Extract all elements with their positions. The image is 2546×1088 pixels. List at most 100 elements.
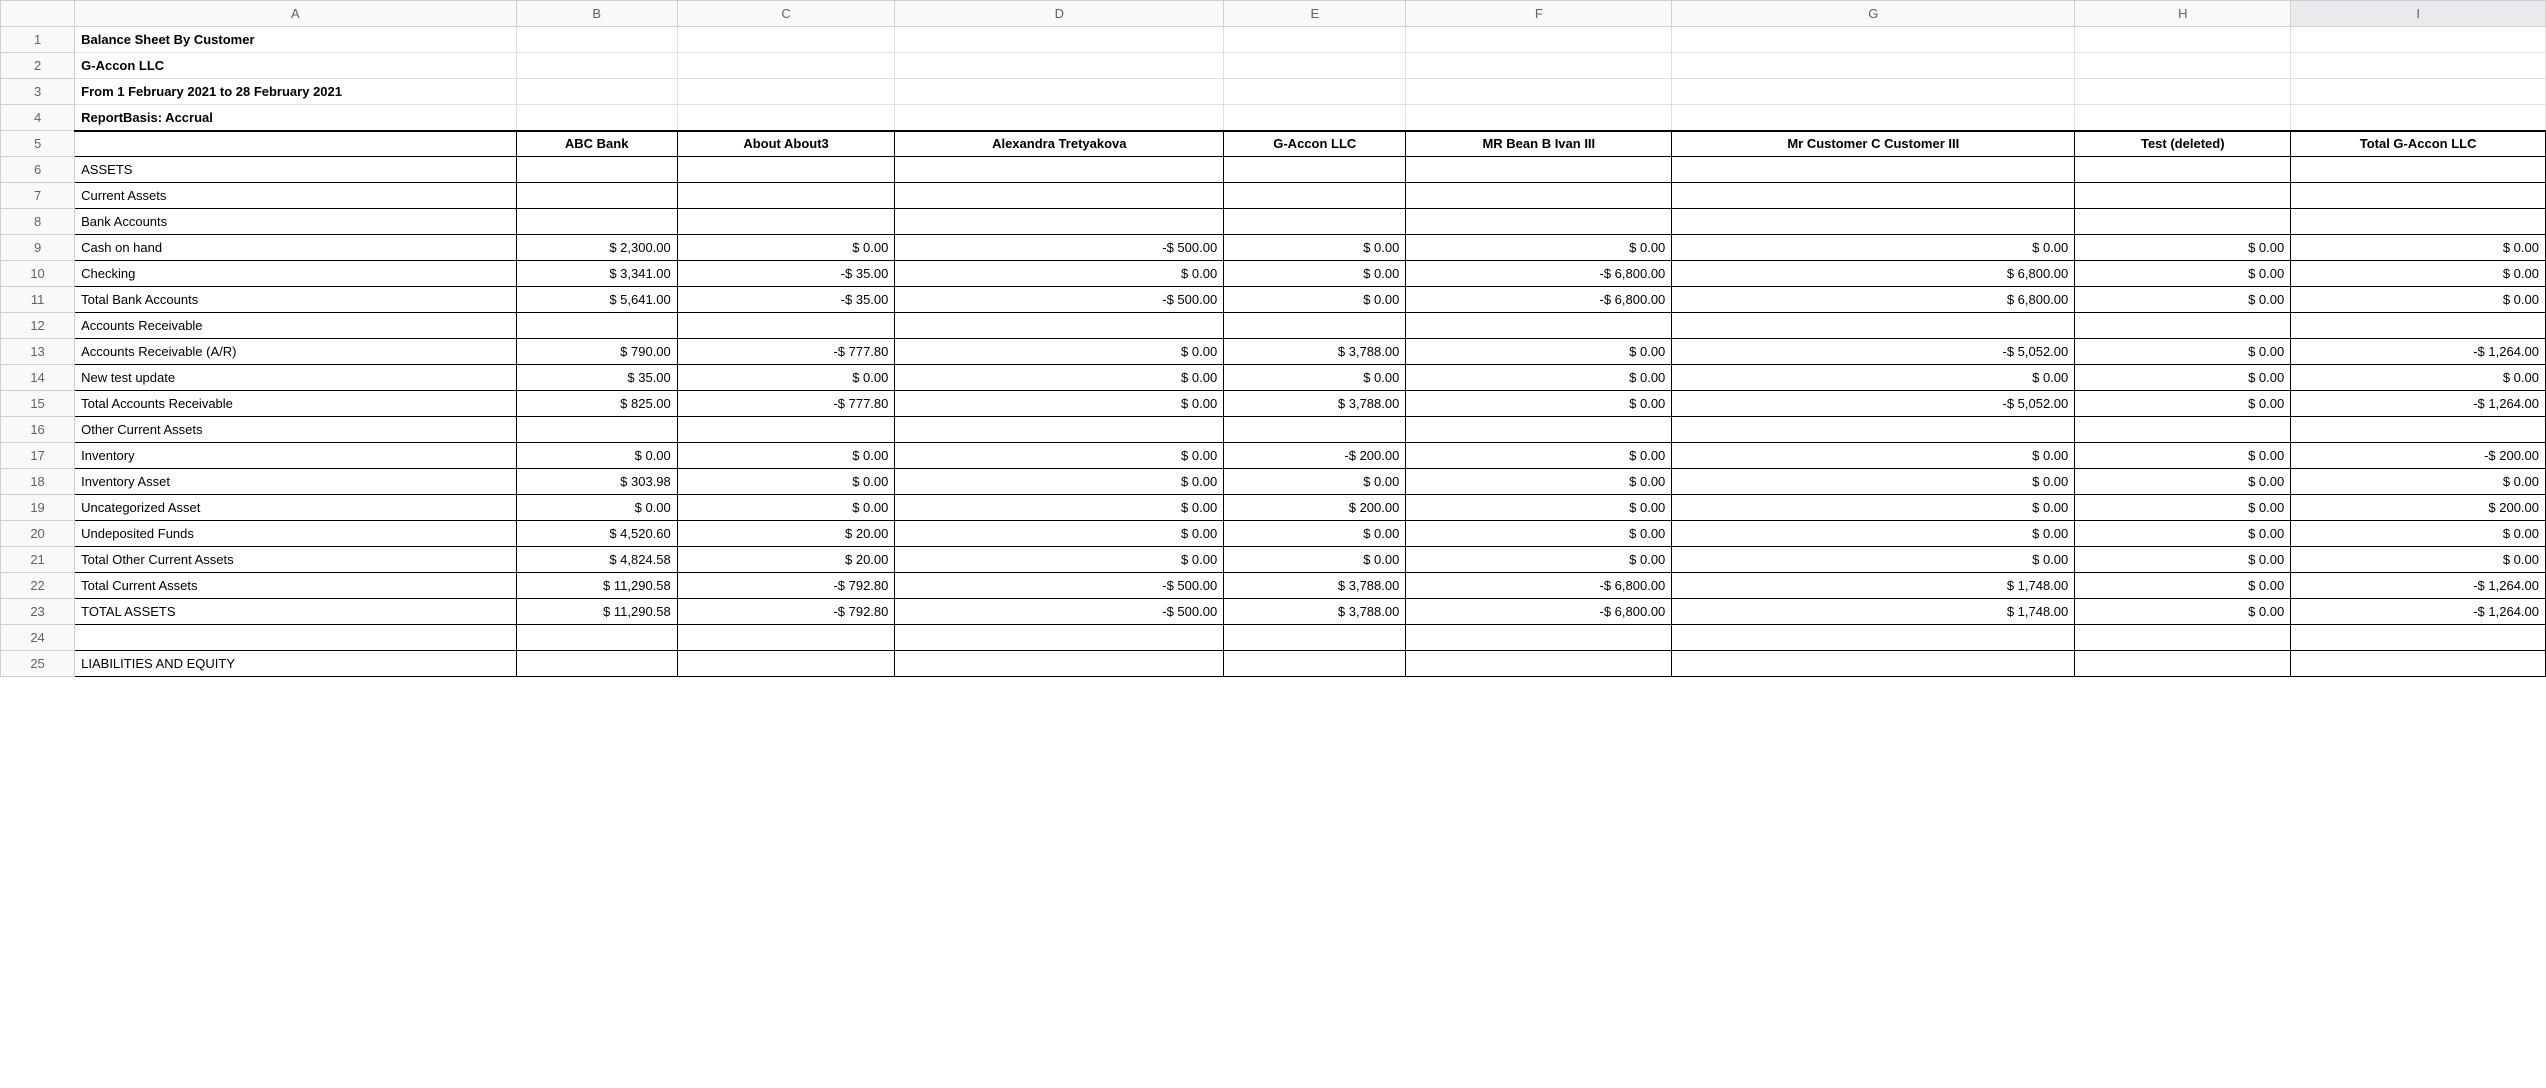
cell-value[interactable]: [1224, 157, 1406, 183]
cell-value[interactable]: $ 303.98: [516, 469, 677, 495]
cell-value[interactable]: -$ 200.00: [1224, 443, 1406, 469]
cell-value[interactable]: [895, 313, 1224, 339]
cell-value[interactable]: [1224, 625, 1406, 651]
cell-value[interactable]: [516, 183, 677, 209]
cell[interactable]: [1224, 53, 1406, 79]
cell-value[interactable]: -$ 6,800.00: [1406, 287, 1672, 313]
row-number[interactable]: 23: [1, 599, 75, 625]
row-number[interactable]: 7: [1, 183, 75, 209]
cell-value[interactable]: [2291, 209, 2546, 235]
cell-value[interactable]: $ 3,341.00: [516, 261, 677, 287]
company-name[interactable]: G-Accon LLC: [75, 53, 516, 79]
cell-value[interactable]: $ 0.00: [1224, 469, 1406, 495]
cell-value[interactable]: -$ 500.00: [895, 287, 1224, 313]
cell-value[interactable]: [2075, 417, 2291, 443]
cell[interactable]: [895, 105, 1224, 131]
account-label[interactable]: Checking: [75, 261, 516, 287]
cell-value[interactable]: -$ 6,800.00: [1406, 261, 1672, 287]
cell-value[interactable]: [677, 313, 895, 339]
cell-value[interactable]: [516, 157, 677, 183]
account-label[interactable]: Total Other Current Assets: [75, 547, 516, 573]
cell-value[interactable]: [1406, 313, 1672, 339]
row-number[interactable]: 2: [1, 53, 75, 79]
cell-value[interactable]: [2075, 183, 2291, 209]
cell-value[interactable]: $ 0.00: [2075, 599, 2291, 625]
col-header-E[interactable]: E: [1224, 1, 1406, 27]
customer-header[interactable]: Mr Customer C Customer III: [1672, 131, 2075, 157]
cell-value[interactable]: [1406, 209, 1672, 235]
cell-value[interactable]: $ 0.00: [2075, 235, 2291, 261]
cell[interactable]: [1224, 79, 1406, 105]
cell-value[interactable]: [895, 183, 1224, 209]
cell-value[interactable]: $ 4,520.60: [516, 521, 677, 547]
customer-header[interactable]: MR Bean B Ivan III: [1406, 131, 1672, 157]
cell-value[interactable]: [1406, 625, 1672, 651]
cell[interactable]: [677, 105, 895, 131]
cell-value[interactable]: $ 3,788.00: [1224, 599, 1406, 625]
cell-value[interactable]: [1672, 157, 2075, 183]
cell-value[interactable]: [677, 417, 895, 443]
cell-value[interactable]: $ 5,641.00: [516, 287, 677, 313]
cell-value[interactable]: $ 0.00: [677, 365, 895, 391]
select-all-corner[interactable]: [1, 1, 75, 27]
account-label[interactable]: Total Accounts Receivable: [75, 391, 516, 417]
row-number[interactable]: 3: [1, 79, 75, 105]
account-label[interactable]: Other Current Assets: [75, 417, 516, 443]
cell-value[interactable]: [2075, 651, 2291, 677]
cell-value[interactable]: [1406, 183, 1672, 209]
cell-value[interactable]: $ 20.00: [677, 521, 895, 547]
cell-value[interactable]: $ 0.00: [2291, 469, 2546, 495]
cell-value[interactable]: $ 1,748.00: [1672, 599, 2075, 625]
cell-value[interactable]: $ 0.00: [1224, 547, 1406, 573]
cell-value[interactable]: -$ 5,052.00: [1672, 339, 2075, 365]
cell-value[interactable]: $ 0.00: [2075, 391, 2291, 417]
cell-value[interactable]: $ 0.00: [2291, 547, 2546, 573]
row-number[interactable]: 6: [1, 157, 75, 183]
cell-value[interactable]: $ 0.00: [2075, 521, 2291, 547]
cell-value[interactable]: $ 0.00: [677, 495, 895, 521]
cell[interactable]: [1406, 79, 1672, 105]
cell-value[interactable]: $ 0.00: [1406, 391, 1672, 417]
cell-value[interactable]: [516, 313, 677, 339]
cell-value[interactable]: -$ 792.80: [677, 573, 895, 599]
cell-value[interactable]: [1672, 417, 2075, 443]
cell-value[interactable]: $ 0.00: [1672, 495, 2075, 521]
cell-value[interactable]: -$ 500.00: [895, 599, 1224, 625]
cell[interactable]: [2291, 27, 2546, 53]
account-label[interactable]: LIABILITIES AND EQUITY: [75, 651, 516, 677]
cell[interactable]: [677, 79, 895, 105]
cell-value[interactable]: $ 0.00: [895, 469, 1224, 495]
cell-value[interactable]: -$ 6,800.00: [1406, 599, 1672, 625]
cell-value[interactable]: -$ 500.00: [895, 235, 1224, 261]
cell-value[interactable]: $ 0.00: [895, 391, 1224, 417]
cell-value[interactable]: [677, 651, 895, 677]
cell-value[interactable]: $ 0.00: [677, 443, 895, 469]
cell-value[interactable]: [1672, 313, 2075, 339]
cell-value[interactable]: [2075, 157, 2291, 183]
row-number[interactable]: 13: [1, 339, 75, 365]
row-number[interactable]: 1: [1, 27, 75, 53]
cell-value[interactable]: $ 0.00: [2291, 365, 2546, 391]
cell-value[interactable]: [516, 417, 677, 443]
cell-value[interactable]: $ 0.00: [1406, 235, 1672, 261]
cell[interactable]: [2075, 27, 2291, 53]
row-number[interactable]: 10: [1, 261, 75, 287]
cell-value[interactable]: $ 0.00: [895, 495, 1224, 521]
cell-value[interactable]: -$ 777.80: [677, 339, 895, 365]
cell[interactable]: [75, 131, 516, 157]
cell-value[interactable]: [2291, 157, 2546, 183]
cell-value[interactable]: [1224, 651, 1406, 677]
col-header-D[interactable]: D: [895, 1, 1224, 27]
spreadsheet-grid[interactable]: A B C D E F G H I 1 Balance Sheet By Cus…: [0, 0, 2546, 677]
cell-value[interactable]: $ 0.00: [677, 235, 895, 261]
cell-value[interactable]: [2291, 313, 2546, 339]
cell-value[interactable]: [895, 417, 1224, 443]
cell[interactable]: [1672, 105, 2075, 131]
row-number[interactable]: 20: [1, 521, 75, 547]
cell-value[interactable]: $ 0.00: [895, 443, 1224, 469]
row-number[interactable]: 24: [1, 625, 75, 651]
col-header-H[interactable]: H: [2075, 1, 2291, 27]
cell-value[interactable]: $ 0.00: [2075, 261, 2291, 287]
account-label[interactable]: Cash on hand: [75, 235, 516, 261]
cell-value[interactable]: $ 0.00: [1406, 443, 1672, 469]
